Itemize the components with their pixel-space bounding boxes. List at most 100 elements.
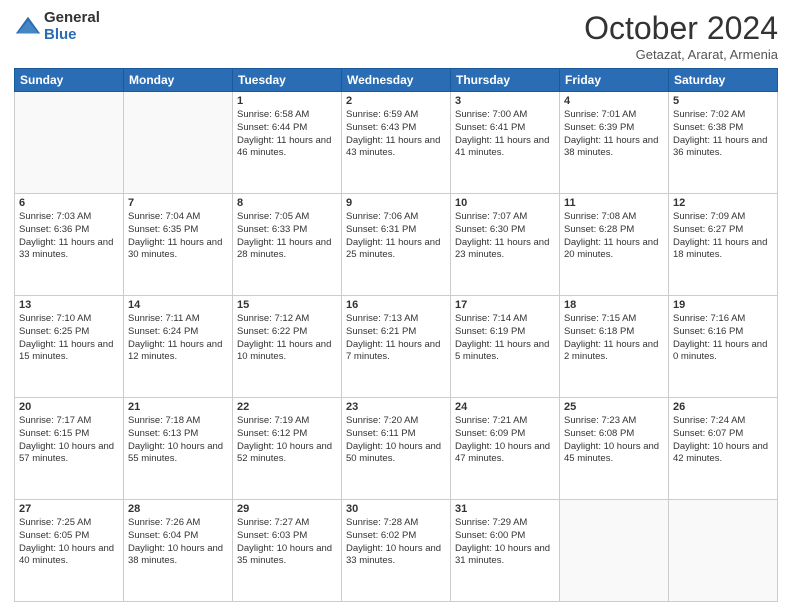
day-info: Sunrise: 7:13 AMSunset: 6:21 PMDaylight:… <box>346 313 446 364</box>
day-number: 10 <box>455 197 555 209</box>
calendar-body: 1 Sunrise: 6:58 AMSunset: 6:44 PMDaylight… <box>15 92 778 602</box>
header: General Blue October 2024 Getazat, Arara… <box>14 10 778 62</box>
day-number: 20 <box>19 401 119 413</box>
calendar-day-cell: 19 Sunrise: 7:16 AMSunset: 6:16 PMDayligh… <box>669 296 778 398</box>
calendar-week-row: 6 Sunrise: 7:03 AMSunset: 6:36 PMDaylight… <box>15 194 778 296</box>
day-info: Sunrise: 7:29 AMSunset: 6:00 PMDaylight:… <box>455 517 555 568</box>
calendar-day-cell: 30Sunrise: 7:28 AMSunset: 6:02 PMDayligh… <box>342 500 451 602</box>
calendar-day-cell: 17 Sunrise: 7:14 AMSunset: 6:19 PMDayligh… <box>451 296 560 398</box>
calendar-week-row: 13 Sunrise: 7:10 AMSunset: 6:25 PMDayligh… <box>15 296 778 398</box>
calendar-day-cell: 11 Sunrise: 7:08 AMSunset: 6:28 PMDayligh… <box>560 194 669 296</box>
day-number: 24 <box>455 401 555 413</box>
day-number: 21 <box>128 401 228 413</box>
day-info: Sunrise: 7:02 AMSunset: 6:38 PMDaylight:… <box>673 109 773 160</box>
calendar-day-cell: 3 Sunrise: 7:00 AMSunset: 6:41 PMDaylight… <box>451 92 560 194</box>
month-title: October 2024 <box>584 10 778 47</box>
calendar-day-cell: 14 Sunrise: 7:11 AMSunset: 6:24 PMDayligh… <box>124 296 233 398</box>
day-number: 28 <box>128 503 228 515</box>
day-info: Sunrise: 7:21 AMSunset: 6:09 PMDaylight:… <box>455 415 555 466</box>
day-number: 3 <box>455 95 555 107</box>
day-info: Sunrise: 7:15 AMSunset: 6:18 PMDaylight:… <box>564 313 664 364</box>
page: General Blue October 2024 Getazat, Arara… <box>0 0 792 612</box>
calendar-day-cell: 4 Sunrise: 7:01 AMSunset: 6:39 PMDaylight… <box>560 92 669 194</box>
calendar-day-cell: 6 Sunrise: 7:03 AMSunset: 6:36 PMDaylight… <box>15 194 124 296</box>
calendar-week-row: 20 Sunrise: 7:17 AMSunset: 6:15 PMDayligh… <box>15 398 778 500</box>
calendar-day-cell: 29Sunrise: 7:27 AMSunset: 6:03 PMDayligh… <box>233 500 342 602</box>
day-of-week-header: Sunday <box>15 69 124 92</box>
day-number: 7 <box>128 197 228 209</box>
day-info: Sunrise: 7:01 AMSunset: 6:39 PMDaylight:… <box>564 109 664 160</box>
logo-text: General Blue <box>44 10 100 43</box>
calendar-day-cell <box>669 500 778 602</box>
calendar-day-cell: 26 Sunrise: 7:24 AMSunset: 6:07 PMDayligh… <box>669 398 778 500</box>
calendar-day-cell <box>15 92 124 194</box>
day-info: Sunrise: 7:05 AMSunset: 6:33 PMDaylight:… <box>237 211 337 262</box>
calendar-day-cell: 9Sunrise: 7:06 AMSunset: 6:31 PMDaylight… <box>342 194 451 296</box>
calendar-day-cell <box>560 500 669 602</box>
day-of-week-header: Monday <box>124 69 233 92</box>
calendar-day-cell: 8 Sunrise: 7:05 AMSunset: 6:33 PMDaylight… <box>233 194 342 296</box>
day-info: Sunrise: 7:12 AMSunset: 6:22 PMDaylight:… <box>237 313 337 364</box>
calendar-week-row: 27Sunrise: 7:25 AMSunset: 6:05 PMDayligh… <box>15 500 778 602</box>
day-info: Sunrise: 7:18 AMSunset: 6:13 PMDaylight:… <box>128 415 228 466</box>
day-number: 1 <box>237 95 337 107</box>
day-number: 22 <box>237 401 337 413</box>
calendar-table: SundayMondayTuesdayWednesdayThursdayFrid… <box>14 68 778 602</box>
day-of-week-header: Thursday <box>451 69 560 92</box>
day-info: Sunrise: 7:07 AMSunset: 6:30 PMDaylight:… <box>455 211 555 262</box>
calendar-day-cell: 21 Sunrise: 7:18 AMSunset: 6:13 PMDayligh… <box>124 398 233 500</box>
day-info: Sunrise: 7:04 AMSunset: 6:35 PMDaylight:… <box>128 211 228 262</box>
calendar-header: SundayMondayTuesdayWednesdayThursdayFrid… <box>15 69 778 92</box>
day-number: 29 <box>237 503 337 515</box>
day-info: Sunrise: 7:20 AMSunset: 6:11 PMDaylight:… <box>346 415 446 466</box>
day-number: 8 <box>237 197 337 209</box>
day-number: 11 <box>564 197 664 209</box>
day-info: Sunrise: 7:26 AMSunset: 6:04 PMDaylight:… <box>128 517 228 568</box>
calendar-day-cell: 18 Sunrise: 7:15 AMSunset: 6:18 PMDayligh… <box>560 296 669 398</box>
calendar-day-cell: 15Sunrise: 7:12 AMSunset: 6:22 PMDayligh… <box>233 296 342 398</box>
day-info: Sunrise: 7:10 AMSunset: 6:25 PMDaylight:… <box>19 313 119 364</box>
day-info: Sunrise: 6:59 AMSunset: 6:43 PMDaylight:… <box>346 109 446 160</box>
day-number: 14 <box>128 299 228 311</box>
logo-general: General <box>44 10 100 27</box>
calendar-week-row: 1 Sunrise: 6:58 AMSunset: 6:44 PMDaylight… <box>15 92 778 194</box>
day-info: Sunrise: 6:58 AMSunset: 6:44 PMDaylight:… <box>237 109 337 160</box>
calendar-day-cell: 12 Sunrise: 7:09 AMSunset: 6:27 PMDayligh… <box>669 194 778 296</box>
day-of-week-header: Wednesday <box>342 69 451 92</box>
logo-blue: Blue <box>44 27 100 44</box>
logo-icon <box>14 13 42 41</box>
day-number: 26 <box>673 401 773 413</box>
calendar-day-cell: 22Sunrise: 7:19 AMSunset: 6:12 PMDayligh… <box>233 398 342 500</box>
calendar-day-cell <box>124 92 233 194</box>
day-info: Sunrise: 7:00 AMSunset: 6:41 PMDaylight:… <box>455 109 555 160</box>
day-number: 5 <box>673 95 773 107</box>
day-number: 17 <box>455 299 555 311</box>
day-info: Sunrise: 7:25 AMSunset: 6:05 PMDaylight:… <box>19 517 119 568</box>
calendar-day-cell: 20 Sunrise: 7:17 AMSunset: 6:15 PMDayligh… <box>15 398 124 500</box>
calendar-day-cell: 31Sunrise: 7:29 AMSunset: 6:00 PMDayligh… <box>451 500 560 602</box>
day-info: Sunrise: 7:16 AMSunset: 6:16 PMDaylight:… <box>673 313 773 364</box>
day-number: 4 <box>564 95 664 107</box>
day-number: 13 <box>19 299 119 311</box>
day-number: 18 <box>564 299 664 311</box>
day-number: 30 <box>346 503 446 515</box>
day-of-week-header: Tuesday <box>233 69 342 92</box>
calendar-day-cell: 10 Sunrise: 7:07 AMSunset: 6:30 PMDayligh… <box>451 194 560 296</box>
day-info: Sunrise: 7:09 AMSunset: 6:27 PMDaylight:… <box>673 211 773 262</box>
day-info: Sunrise: 7:08 AMSunset: 6:28 PMDaylight:… <box>564 211 664 262</box>
day-info: Sunrise: 7:11 AMSunset: 6:24 PMDaylight:… <box>128 313 228 364</box>
day-info: Sunrise: 7:17 AMSunset: 6:15 PMDaylight:… <box>19 415 119 466</box>
calendar-day-cell: 16 Sunrise: 7:13 AMSunset: 6:21 PMDayligh… <box>342 296 451 398</box>
calendar-day-cell: 13 Sunrise: 7:10 AMSunset: 6:25 PMDayligh… <box>15 296 124 398</box>
day-info: Sunrise: 7:24 AMSunset: 6:07 PMDaylight:… <box>673 415 773 466</box>
day-number: 16 <box>346 299 446 311</box>
day-info: Sunrise: 7:03 AMSunset: 6:36 PMDaylight:… <box>19 211 119 262</box>
day-number: 19 <box>673 299 773 311</box>
day-number: 12 <box>673 197 773 209</box>
calendar-day-cell: 5 Sunrise: 7:02 AMSunset: 6:38 PMDaylight… <box>669 92 778 194</box>
day-number: 6 <box>19 197 119 209</box>
calendar-day-cell: 25Sunrise: 7:23 AMSunset: 6:08 PMDayligh… <box>560 398 669 500</box>
day-info: Sunrise: 7:23 AMSunset: 6:08 PMDaylight:… <box>564 415 664 466</box>
calendar-day-cell: 23Sunrise: 7:20 AMSunset: 6:11 PMDayligh… <box>342 398 451 500</box>
day-info: Sunrise: 7:14 AMSunset: 6:19 PMDaylight:… <box>455 313 555 364</box>
